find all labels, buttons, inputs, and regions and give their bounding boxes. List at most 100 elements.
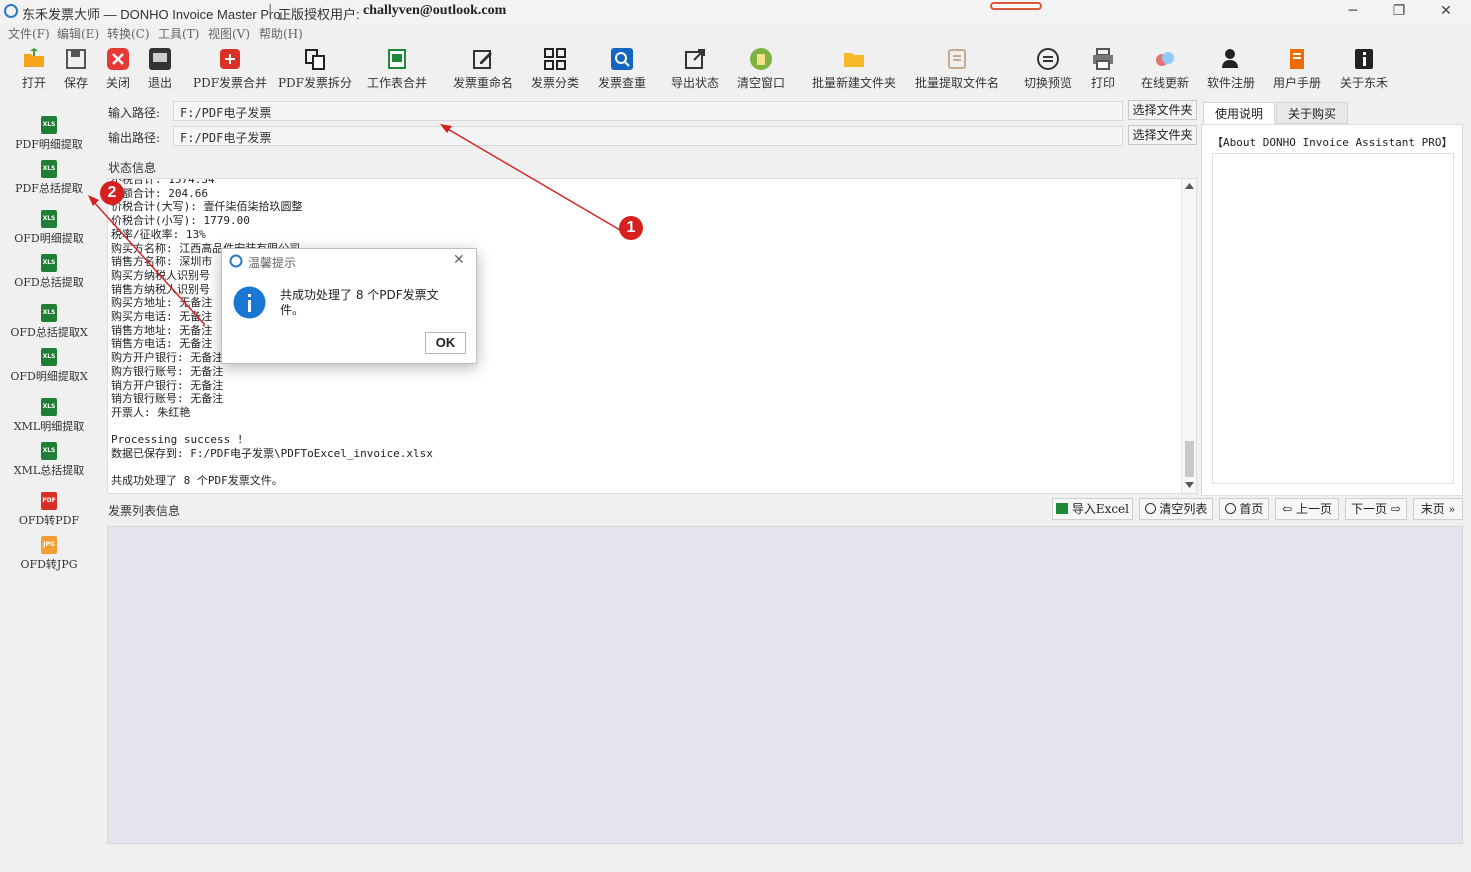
rename-button[interactable]: 发票重命名 (449, 44, 517, 90)
pdf-split-button[interactable]: PDF发票拆分 (277, 44, 353, 90)
first-page-button[interactable]: 首页 (1219, 498, 1269, 520)
choose-input-folder-button[interactable]: 选择文件夹 (1128, 100, 1197, 120)
cloud-update-icon (1156, 52, 1174, 66)
menu-edit[interactable]: 编辑(E) (57, 25, 99, 42)
usage-text-area[interactable] (1212, 153, 1454, 484)
maximize-button[interactable]: ❐ (1376, 0, 1422, 24)
toolbar: 打开 保存 关闭 退出 PDF发票合并 PDF发票拆分 工作表合并 发票重命名 … (0, 42, 1471, 92)
batch-extract-filename-button[interactable]: 批量提取文件名 (910, 44, 1004, 90)
batch-new-folder-button[interactable]: 批量新建文件夹 (807, 44, 901, 90)
menu-help[interactable]: 帮助(H) (259, 25, 303, 42)
open-folder-icon (24, 48, 44, 67)
pdf-split-icon (305, 49, 325, 70)
classify-button[interactable]: 发票分类 (527, 44, 583, 90)
import-excel-button[interactable]: 导入Excel (1052, 498, 1133, 520)
exit-button[interactable]: 退出 (140, 44, 180, 90)
toolbar-label: 清空窗口 (736, 76, 785, 90)
sidebar-item-ofd-to-jpg[interactable]: JPG OFD转JPG (0, 536, 98, 580)
clear-trash-icon (750, 48, 772, 70)
last-page-label: 末页 (1420, 502, 1445, 516)
status-line: 共成功处理了 8 个PDF发票文件。 (111, 474, 283, 488)
sidebar-item-label: XML总括提取 (13, 464, 85, 477)
sidebar-item-label: OFD明细提取 (14, 232, 84, 245)
open-button[interactable]: 打开 (14, 44, 54, 90)
xls-icon: XLS (41, 116, 57, 134)
arrow-right-icon: ⇨ (1390, 502, 1401, 516)
toolbar-label: 批量提取文件名 (914, 76, 999, 90)
tab-usage[interactable]: 使用说明 (1203, 102, 1275, 124)
status-line: 税率/征收率: 13% (111, 227, 206, 241)
print-button[interactable]: 打印 (1085, 44, 1121, 90)
input-path-field[interactable]: F:/PDF电子发票 (173, 101, 1123, 121)
xls-icon: XLS (41, 210, 57, 228)
right-panel: 【About DONHO Invoice Assistant PRO】 (1201, 124, 1463, 496)
scroll-thumb[interactable] (1185, 441, 1194, 477)
last-page-button[interactable]: 末页 » (1413, 498, 1463, 520)
next-page-button[interactable]: 下一页 ⇨ (1345, 498, 1407, 520)
user-manual-button[interactable]: 用户手册 (1269, 44, 1325, 90)
minimize-button[interactable]: ─ (1330, 0, 1376, 24)
about-button[interactable]: 关于东禾 (1336, 44, 1392, 90)
status-scrollbar[interactable] (1181, 179, 1196, 493)
close-window-button[interactable]: ✕ (1423, 0, 1469, 24)
dedupe-button[interactable]: 发票查重 (594, 44, 650, 90)
sheet-merge-icon (388, 49, 406, 69)
grid-icon (544, 48, 566, 70)
scroll-down-icon[interactable] (1185, 482, 1194, 488)
clear-window-button[interactable]: 清空窗口 (733, 44, 789, 90)
dialog-close-icon[interactable]: ✕ (453, 252, 465, 268)
status-line: 价税合计(小写): 1779.00 (111, 214, 250, 228)
info-icon (1355, 49, 1373, 69)
menu-tools[interactable]: 工具(T) (158, 25, 199, 42)
excel-icon (1055, 503, 1068, 514)
menu-convert[interactable]: 转换(C) (107, 25, 150, 42)
annotation-callout-1: 1 (619, 216, 643, 240)
output-path-label: 输出路径: (108, 131, 161, 145)
toolbar-label: PDF发票合并 (193, 76, 268, 90)
sidebar-item-xml-summary[interactable]: XLS XML总括提取 (0, 442, 98, 486)
close-button[interactable]: 关闭 (98, 44, 138, 90)
save-button[interactable]: 保存 (56, 44, 96, 90)
sidebar-item-ofd-detail-x[interactable]: XLS OFD明细提取X (0, 348, 98, 392)
toolbar-label: 关闭 (105, 76, 130, 90)
scroll-up-icon[interactable] (1185, 183, 1194, 189)
prev-page-button[interactable]: ⇦ 上一页 (1275, 498, 1339, 520)
pdf-merge-button[interactable]: PDF发票合并 (193, 44, 267, 90)
sidebar-item-pdf-detail[interactable]: XLS PDF明细提取 (0, 116, 98, 160)
invoice-list-table[interactable] (107, 526, 1463, 844)
status-line: 税额合计: 204.66 (111, 186, 208, 200)
first-page-label: 首页 (1239, 502, 1264, 516)
dialog-title: 温馨提示 (248, 256, 297, 270)
status-line (111, 461, 433, 475)
toolbar-label: 软件注册 (1206, 76, 1255, 90)
toolbar-label: 退出 (147, 76, 172, 90)
toolbar-label: 批量新建文件夹 (811, 76, 896, 90)
new-folder-icon (844, 53, 864, 67)
title-pill-decoration (990, 2, 1042, 10)
ok-button[interactable]: OK (425, 332, 466, 354)
tab-purchase[interactable]: 关于购买 (1276, 102, 1348, 124)
online-update-button[interactable]: 在线更新 (1137, 44, 1193, 90)
export-status-button[interactable]: 导出状态 (667, 44, 723, 90)
sidebar-item-xml-detail[interactable]: XLS XML明细提取 (0, 398, 98, 442)
clear-list-button[interactable]: 清空列表 (1139, 498, 1213, 520)
next-page-label: 下一页 (1351, 502, 1388, 516)
sidebar-item-pdf-summary[interactable]: XLS PDF总括提取 (0, 160, 98, 204)
choose-output-folder-button[interactable]: 选择文件夹 (1128, 125, 1197, 145)
pdf-merge-icon (220, 49, 240, 69)
sidebar-item-ofd-summary-x[interactable]: XLS OFD总括提取X (0, 304, 98, 348)
sidebar-item-ofd-to-pdf[interactable]: PDF OFD转PDF (0, 492, 98, 536)
menu-view[interactable]: 视图(V) (208, 25, 250, 42)
menu-file[interactable]: 文件(F) (8, 25, 50, 42)
annotation-callout-2: 2 (100, 181, 124, 205)
sidebar-item-ofd-summary[interactable]: XLS OFD总括提取 (0, 254, 98, 298)
sheet-merge-button[interactable]: 工作表合并 (362, 44, 432, 90)
dialog-message: 共成功处理了 8 个PDF发票文件。 (280, 288, 439, 317)
sidebar-item-label: OFD转JPG (20, 558, 78, 571)
status-info-label: 状态信息 (108, 161, 157, 175)
sidebar-item-ofd-detail[interactable]: XLS OFD明细提取 (0, 210, 98, 254)
register-button[interactable]: 软件注册 (1203, 44, 1259, 90)
switch-preview-button[interactable]: 切换预览 (1020, 44, 1076, 90)
input-path-label: 输入路径: (108, 106, 161, 120)
output-path-field[interactable]: F:/PDF电子发票 (173, 126, 1123, 146)
